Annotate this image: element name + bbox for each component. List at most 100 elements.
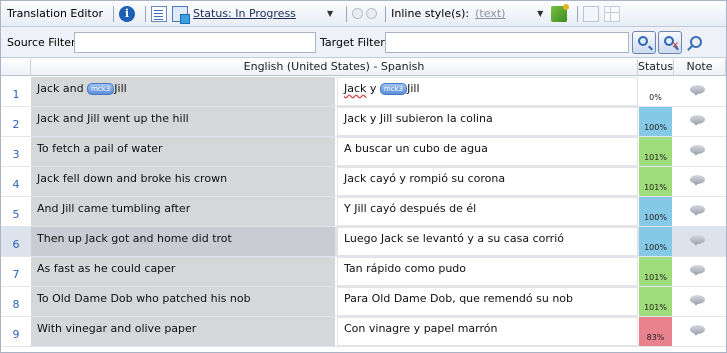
note-bubble-icon[interactable] bbox=[690, 85, 705, 96]
source-cell: As fast as he could caper bbox=[31, 257, 335, 286]
source-cell: To fetch a pail of water bbox=[31, 137, 335, 166]
row-number: 9 bbox=[12, 328, 20, 341]
target-cell[interactable]: A buscar un cubo de agua bbox=[337, 137, 638, 166]
close-icon: ✕ bbox=[671, 41, 679, 51]
source-filter-input[interactable] bbox=[74, 32, 316, 53]
row-number: 4 bbox=[12, 178, 20, 191]
note-cell[interactable] bbox=[674, 167, 724, 196]
translation-editor-window: Translation Editor i Status: In Progress… bbox=[0, 0, 727, 353]
note-cell[interactable] bbox=[674, 257, 724, 286]
language-pair-header: English (United States) - Spanish bbox=[31, 59, 638, 76]
target-cell[interactable]: Con vinagre y papel marrón bbox=[337, 317, 638, 346]
table-row[interactable]: 2 Jack and Jill went up the hill Jack y … bbox=[1, 107, 726, 137]
source-cell: With vinegar and olive paper bbox=[31, 317, 335, 346]
target-cell[interactable]: Tan rápido como pudo bbox=[337, 257, 638, 286]
note-bubble-icon[interactable] bbox=[690, 265, 705, 276]
row-number: 5 bbox=[12, 208, 20, 221]
table-row[interactable]: 5 And Jill came tumbling after Y Jill ca… bbox=[1, 197, 726, 227]
source-text: Jack and bbox=[37, 82, 88, 95]
note-bubble-icon[interactable] bbox=[690, 145, 705, 156]
row-number-header bbox=[1, 59, 31, 76]
note-bubble-icon[interactable] bbox=[690, 235, 705, 246]
toolbar-separator bbox=[113, 5, 114, 22]
note-cell[interactable] bbox=[674, 197, 724, 226]
status-dropdown[interactable]: Status: In Progress bbox=[193, 7, 323, 20]
advanced-search-icon[interactable] bbox=[687, 35, 703, 51]
status-cell: 101% bbox=[639, 167, 672, 196]
inline-styles-dropdown[interactable]: (text) bbox=[475, 7, 533, 20]
target-text: Jack bbox=[344, 82, 367, 95]
filter-bar: Source Filter: Target Filter: ✕ bbox=[1, 27, 726, 58]
target-cell[interactable]: Jack y Jill subieron la colina bbox=[337, 107, 638, 136]
document-lines-icon[interactable] bbox=[151, 5, 167, 22]
status-cell: 101% bbox=[639, 257, 672, 286]
note-bubble-icon[interactable] bbox=[690, 115, 705, 126]
target-cell[interactable]: Jack y mck3 Jill bbox=[337, 77, 638, 106]
inline-tag: mck3 bbox=[87, 83, 115, 95]
status-cell: 101% bbox=[639, 287, 672, 316]
note-cell[interactable] bbox=[674, 227, 724, 256]
inline-tag: mck3 bbox=[379, 83, 408, 95]
note-cell[interactable] bbox=[674, 107, 724, 136]
note-bubble-icon[interactable] bbox=[690, 205, 705, 216]
status-header[interactable]: Status bbox=[638, 59, 674, 76]
target-cell[interactable]: Y Jill cayó después de él bbox=[337, 197, 638, 226]
document-preview-icon[interactable] bbox=[583, 5, 600, 22]
source-cell: To Old Dame Dob who patched his nob bbox=[31, 287, 335, 316]
status-cell: 0% bbox=[639, 77, 672, 106]
editor-title: Translation Editor bbox=[7, 7, 103, 20]
table-row[interactable]: 3 To fetch a pail of water A buscar un c… bbox=[1, 137, 726, 167]
target-cell[interactable]: Para Old Dame Dob, que remendó su nob bbox=[337, 287, 638, 316]
source-filter-label: Source Filter: bbox=[7, 36, 80, 49]
inline-styles-label: Inline style(s): bbox=[391, 7, 470, 20]
target-text: y bbox=[366, 82, 380, 95]
note-bubble-icon[interactable] bbox=[690, 325, 705, 336]
status-cell: 101% bbox=[639, 137, 672, 166]
clear-search-button[interactable]: ✕ bbox=[658, 31, 682, 54]
next-circle-icon[interactable] bbox=[366, 8, 378, 19]
info-icon[interactable]: i bbox=[119, 5, 135, 22]
source-text: Jill bbox=[114, 82, 127, 95]
note-header[interactable]: Note bbox=[674, 59, 726, 76]
toolbar-separator bbox=[385, 5, 387, 22]
document-export-icon[interactable] bbox=[172, 5, 190, 24]
status-cell: 100% bbox=[639, 107, 672, 136]
toolbar: Translation Editor i Status: In Progress… bbox=[1, 1, 726, 27]
source-cell: Jack fell down and broke his crown bbox=[31, 167, 335, 196]
prev-circle-icon[interactable] bbox=[352, 8, 364, 19]
table-row[interactable]: 8 To Old Dame Dob who patched his nob Pa… bbox=[1, 287, 726, 317]
chevron-down-icon[interactable]: ▼ bbox=[327, 9, 333, 18]
target-filter-label: Target Filter: bbox=[320, 36, 389, 49]
toolbar-separator bbox=[346, 5, 348, 22]
apply-style-icon[interactable] bbox=[551, 3, 570, 22]
row-number: 6 bbox=[12, 238, 20, 251]
target-cell[interactable]: Luego Jack se levantó y a su casa corrió bbox=[337, 227, 638, 256]
status-cell: 83% bbox=[639, 317, 672, 346]
search-icon bbox=[638, 36, 648, 46]
note-bubble-icon[interactable] bbox=[690, 295, 705, 306]
source-cell: And Jill came tumbling after bbox=[31, 197, 335, 226]
table-grid-icon[interactable] bbox=[604, 5, 621, 22]
source-cell: Jack and Jill went up the hill bbox=[31, 107, 335, 136]
table-row[interactable]: 1 Jack and mck3 Jill Jack y mck3 Jill 0% bbox=[1, 77, 726, 107]
note-bubble-icon[interactable] bbox=[690, 175, 705, 186]
table-row[interactable]: 4 Jack fell down and broke his crown Jac… bbox=[1, 167, 726, 197]
target-text: Jill bbox=[407, 82, 420, 95]
note-cell[interactable] bbox=[674, 137, 724, 166]
toolbar-separator bbox=[577, 5, 579, 22]
toolbar-separator bbox=[145, 5, 146, 22]
note-cell[interactable] bbox=[674, 287, 724, 316]
status-cell: 100% bbox=[639, 227, 672, 256]
note-cell[interactable] bbox=[674, 317, 724, 346]
table-row[interactable]: 9 With vinegar and olive paper Con vinag… bbox=[1, 317, 726, 347]
table-row[interactable]: 7 As fast as he could caper Tan rápido c… bbox=[1, 257, 726, 287]
row-number: 7 bbox=[12, 268, 20, 281]
search-button[interactable] bbox=[632, 31, 656, 54]
chevron-down-icon[interactable]: ▼ bbox=[537, 9, 543, 18]
note-cell[interactable] bbox=[674, 77, 724, 106]
target-filter-input[interactable] bbox=[385, 32, 629, 53]
row-number: 1 bbox=[12, 88, 20, 101]
table-row-selected[interactable]: 6 Then up Jack got and home did trot Lue… bbox=[1, 227, 726, 257]
row-number: 8 bbox=[12, 298, 20, 311]
target-cell[interactable]: Jack cayó y rompió su corona bbox=[337, 167, 638, 196]
